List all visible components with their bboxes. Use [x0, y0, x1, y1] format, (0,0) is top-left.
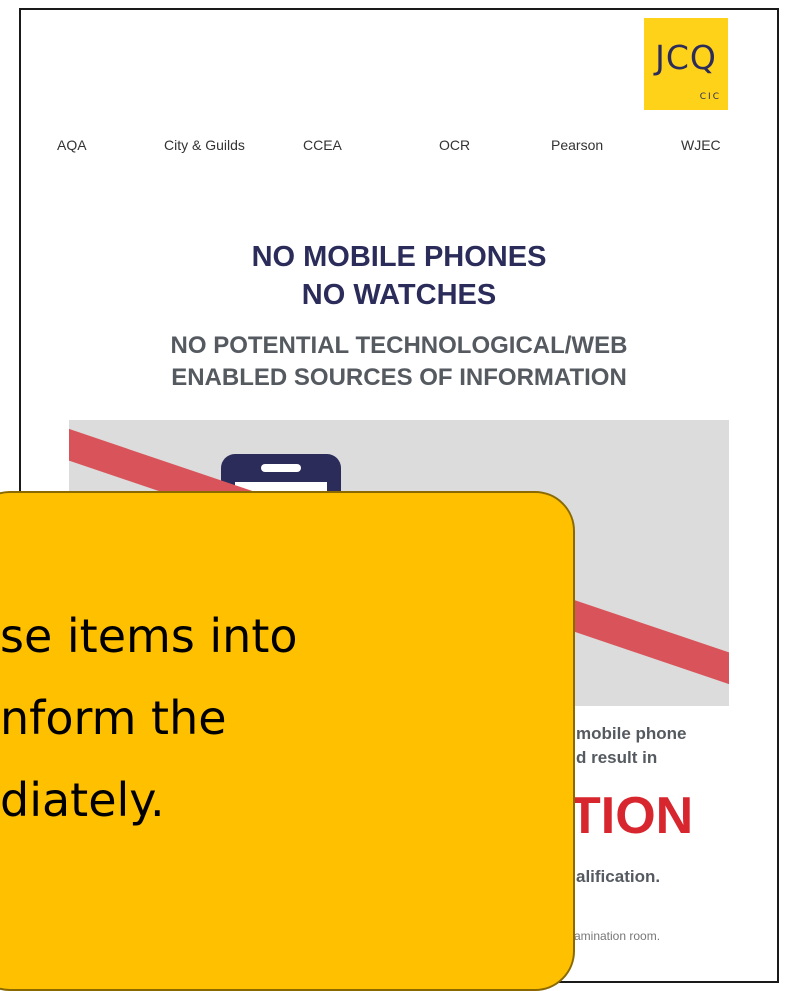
callout-line-3: diately.	[0, 773, 165, 827]
jcq-logo: JCQ CIC	[644, 18, 728, 110]
callout-line-1: se items into	[0, 609, 298, 663]
headline-line-1: NO MOBILE PHONES	[251, 241, 547, 273]
subhead-line-2: ENABLED SOURCES OF INFORMATION	[171, 364, 627, 391]
awarding-body-wjec: WJEC	[681, 137, 721, 153]
awarding-body-pearson: Pearson	[551, 137, 604, 153]
logo-main-text: JCQ	[655, 38, 717, 77]
warning-big-text: TION	[569, 787, 694, 845]
awarding-body-aqa: AQA	[57, 137, 87, 153]
subhead-line-1: NO POTENTIAL TECHNOLOGICAL/WEB	[170, 332, 628, 359]
warning-line-1: mobile phone	[576, 724, 687, 743]
logo-sub-text: CIC	[699, 92, 721, 102]
callout-text: se items into nform the diately.	[0, 595, 298, 841]
warning-footer: amination room.	[574, 929, 661, 943]
callout-line-2: nform the	[0, 691, 227, 745]
warning-line-3: alification.	[576, 867, 661, 886]
warning-line-2: d result in	[576, 748, 658, 767]
awarding-body-city-guilds: City & Guilds	[164, 137, 245, 153]
awarding-body-ocr: OCR	[439, 137, 471, 153]
awarding-body-ccea: CCEA	[303, 137, 342, 153]
headline-line-2: NO WATCHES	[301, 279, 497, 311]
